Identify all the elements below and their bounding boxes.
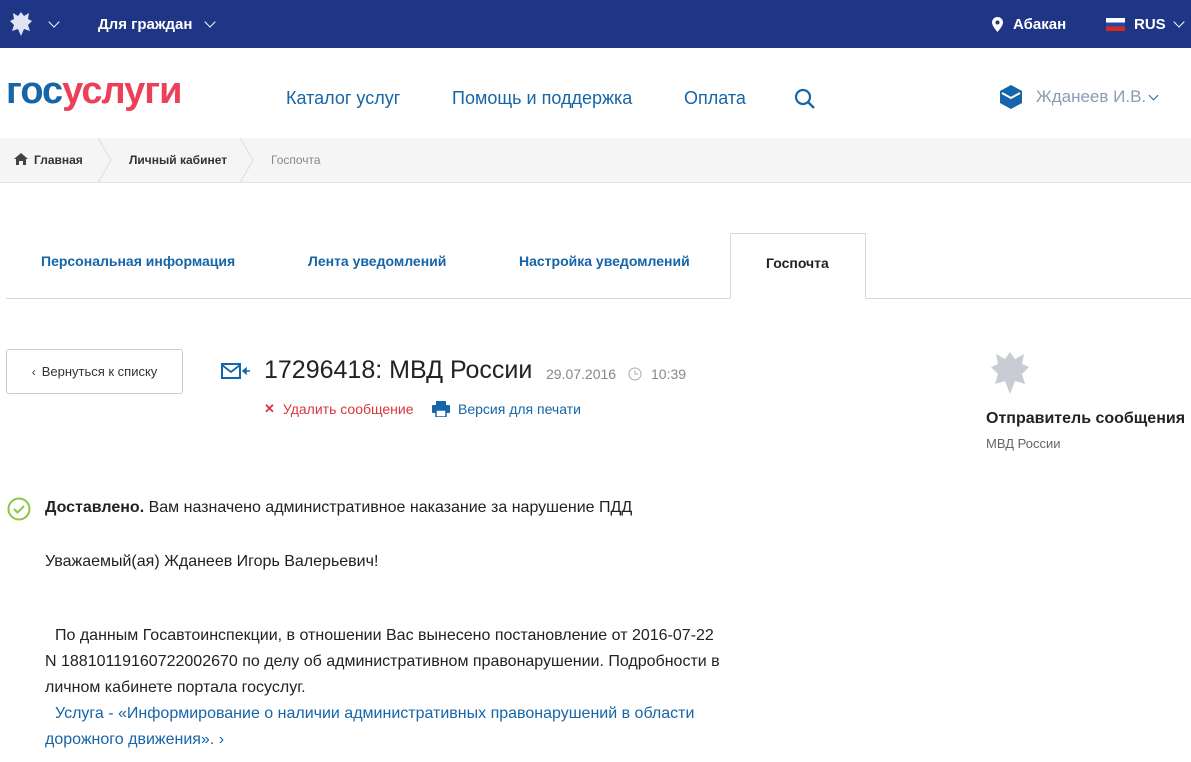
chevron-left-icon: ‹ xyxy=(31,364,36,379)
greeting: Уважаемый(ая) Жданеев Игорь Валерьевич! xyxy=(45,553,379,570)
chevron-down-icon xyxy=(1173,16,1185,28)
home-icon xyxy=(14,153,28,165)
service-link[interactable]: Услуга - «Информирование о наличии админ… xyxy=(45,701,720,727)
russian-flag-icon xyxy=(1106,17,1125,31)
chevron-down-icon xyxy=(204,16,217,28)
message-date: 29.07.2016 xyxy=(546,366,617,382)
breadcrumb-current: Госпочта xyxy=(271,153,321,167)
message-time: 10:39 xyxy=(651,366,687,382)
site-header: госуслуги Каталог услуг Помощь и поддерж… xyxy=(0,48,1191,138)
profile-tabs: Персональная информация Лента уведомлени… xyxy=(6,233,1191,299)
search-icon[interactable] xyxy=(794,88,816,110)
tab-personal-info[interactable]: Персональная информация xyxy=(41,253,235,269)
clock-icon xyxy=(628,367,642,381)
print-version-link[interactable]: Версия для печати xyxy=(432,401,581,417)
service-link-cont[interactable]: дорожного движения». › xyxy=(45,731,224,748)
sender-name: МВД России xyxy=(986,436,1061,451)
language-selector[interactable]: RUS xyxy=(1106,0,1185,48)
delivery-status: Доставлено. Вам назначено административн… xyxy=(45,499,633,516)
gosuslugi-logo[interactable]: госуслуги xyxy=(6,70,182,113)
breadcrumb-separator xyxy=(98,138,112,183)
delete-message-link[interactable]: ✕ Удалить сообщение xyxy=(264,401,413,417)
emblem-button[interactable] xyxy=(6,0,60,48)
nav-catalog[interactable]: Каталог услуг xyxy=(286,88,400,109)
location-pin-icon xyxy=(992,16,1003,32)
chevron-down-icon xyxy=(1148,90,1159,100)
top-bar: Для граждан Абакан RUS xyxy=(0,0,1191,48)
tab-notification-feed[interactable]: Лента уведомлений xyxy=(308,253,446,269)
breadcrumb-cabinet[interactable]: Личный кабинет xyxy=(129,153,227,167)
back-to-list-button[interactable]: ‹ Вернуться к списку xyxy=(6,349,183,394)
message-title: 17296418: МВД России xyxy=(264,356,533,384)
printer-icon xyxy=(432,401,450,417)
nav-payment[interactable]: Оплата xyxy=(684,88,746,109)
city-selector[interactable]: Абакан xyxy=(992,0,1066,48)
close-icon: ✕ xyxy=(264,401,275,416)
check-circle-icon xyxy=(7,497,31,521)
breadcrumb-home[interactable]: Главная xyxy=(34,153,83,167)
chevron-down-icon xyxy=(48,16,60,28)
coat-of-arms-icon xyxy=(10,12,32,36)
chevron-right-icon: › xyxy=(218,731,225,748)
breadcrumb: Главная Личный кабинет Госпочта xyxy=(0,138,1191,183)
tab-gospochta[interactable]: Госпочта xyxy=(730,233,866,299)
coat-of-arms-icon xyxy=(991,352,1029,394)
tab-notification-settings[interactable]: Настройка уведомлений xyxy=(519,253,690,269)
audience-menu[interactable]: Для граждан xyxy=(98,0,217,48)
user-menu[interactable]: Жданеев И.В. xyxy=(998,84,1159,110)
breadcrumb-separator xyxy=(240,138,254,183)
nav-help[interactable]: Помощь и поддержка xyxy=(452,88,632,109)
user-cube-icon xyxy=(1000,85,1022,109)
message-body: По данным Госавтоинспекции, в отношении … xyxy=(45,627,720,748)
incoming-mail-icon xyxy=(221,363,250,379)
sender-label: Отправитель сообщения xyxy=(986,410,1186,427)
